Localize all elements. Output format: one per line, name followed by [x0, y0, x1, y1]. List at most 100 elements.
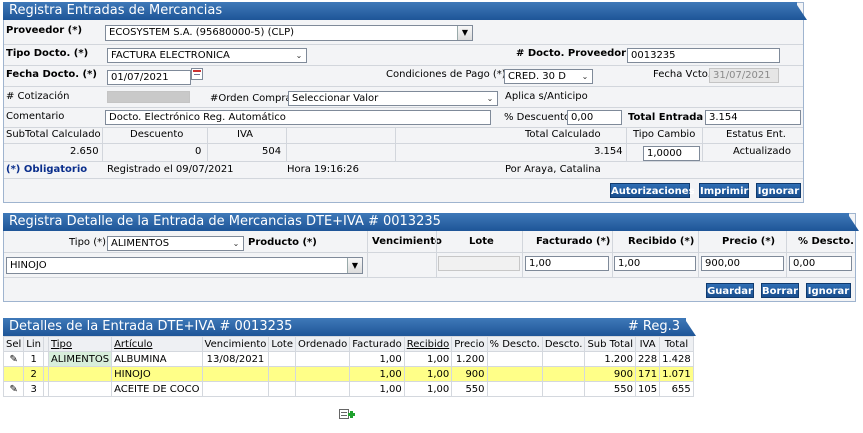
descuento-pct-label: % Descuento	[504, 112, 571, 123]
chevron-down-icon[interactable]: ⌄	[293, 50, 305, 61]
row-lin: 2	[23, 366, 44, 382]
cond-pago-select[interactable]: CRED. 30 D ⌄	[504, 69, 593, 84]
col-tipo[interactable]: Tipo	[47, 336, 113, 352]
descto-input[interactable]: 0,00	[789, 256, 852, 271]
tipo-docto-value: FACTURA ELECTRONICA	[111, 50, 230, 61]
cond-pago-value: CRED. 30 D	[508, 71, 566, 82]
total-entrada-input[interactable]: 3.154	[705, 110, 801, 125]
col-descto: Descto.	[541, 336, 586, 352]
row-total: 655	[659, 381, 694, 397]
tipo-cambio-label: Tipo Cambio	[633, 129, 696, 140]
chevron-down-icon[interactable]: ⌄	[230, 238, 242, 249]
row-precio: 900	[451, 366, 488, 382]
proveedor-select[interactable]: ECOSYSTEM S.A. (95680000-5) (CLP) ▼	[105, 25, 473, 41]
lines-bar: Detalles de la Entrada DTE+IVA # 0013235…	[3, 318, 696, 336]
col-recibido[interactable]: Recibido	[403, 336, 453, 352]
row-facturado: 1,00	[349, 351, 405, 367]
guardar-button[interactable]: Guardar	[706, 283, 754, 298]
ignorar-detail-button[interactable]: Ignorar	[806, 283, 851, 298]
edit-pencil-icon[interactable]: ✎	[2, 381, 25, 397]
num-docto-prov-input[interactable]: 0013235	[627, 48, 780, 63]
precio-input[interactable]: 900,00	[701, 256, 784, 271]
row-vencimiento	[201, 381, 270, 397]
total-calc-value: 3.154	[594, 146, 623, 157]
estatus-value: Actualizado	[733, 146, 791, 157]
entry-header-bar: Registra Entradas de Mercancias	[3, 2, 807, 20]
chevron-down-icon[interactable]: ⌄	[579, 71, 591, 82]
producto-select[interactable]: HINOJO ▼	[6, 257, 363, 274]
fecha-docto-input[interactable]: 01/07/2021	[107, 70, 191, 85]
row-pct-descto	[486, 366, 543, 382]
row-recibido: 1,00	[403, 381, 453, 397]
col-total: Total	[659, 336, 694, 352]
chevron-down-icon[interactable]: ▼	[457, 26, 472, 40]
orden-compra-value: Seleccionar Valor	[292, 93, 379, 104]
row-ordenado	[295, 366, 351, 382]
descuento-value: 0	[195, 146, 202, 157]
col-vencimiento: Vencimiento	[201, 336, 270, 352]
row-articulo: ALBUMINA	[111, 351, 203, 367]
col-facturado: Facturado	[349, 336, 405, 352]
row-descto	[541, 381, 586, 397]
cotizacion-input	[107, 91, 190, 103]
tipo-select[interactable]: ALIMENTOS ⌄	[107, 236, 244, 251]
tipo-cambio-input[interactable]: 1,0000	[643, 146, 700, 161]
obligatorio-note: (*) Obligatorio	[6, 164, 88, 175]
descuento-pct-input[interactable]: 0,00	[567, 110, 622, 125]
tipo-docto-select[interactable]: FACTURA ELECTRONICA ⌄	[107, 48, 307, 63]
col-lin: Lin	[23, 336, 44, 352]
ignorar-header-button[interactable]: Ignorar	[756, 183, 801, 198]
row-iva: 171	[635, 366, 661, 382]
row-lote	[268, 366, 297, 382]
col-precio: Precio	[451, 336, 488, 352]
proveedor-value: ECOSYSTEM S.A. (95680000-5) (CLP)	[109, 27, 294, 38]
orden-compra-select[interactable]: Seleccionar Valor ⌄	[288, 91, 498, 106]
col-articulo[interactable]: Artículo	[111, 336, 203, 352]
recibido-label: Recibido (*)	[628, 236, 695, 247]
comentario-input[interactable]: Docto. Electrónico Reg. Automático	[105, 110, 491, 125]
subtotal-label: SubTotal Calculado	[6, 129, 101, 140]
row-subtotal: 900	[584, 366, 637, 382]
lote-input[interactable]	[438, 256, 520, 271]
precio-label: Precio (*)	[722, 236, 776, 247]
col-iva: IVA	[635, 336, 661, 352]
row-iva: 105	[635, 381, 661, 397]
recibido-input[interactable]: 1,00	[614, 256, 696, 271]
calendar-icon[interactable]	[191, 68, 203, 80]
row-descto	[541, 366, 586, 382]
table-row[interactable]: ✎ 3 ACEITE DE COCO 1,00 1,00 550 550 105…	[2, 381, 694, 397]
row-total: 1.071	[659, 366, 694, 382]
hora-text: Hora 19:16:26	[287, 164, 359, 175]
panel-corner-icon	[684, 318, 696, 336]
chevron-down-icon[interactable]: ▼	[347, 258, 362, 273]
table-row[interactable]: 2 HINOJO 1,00 1,00 900 900 171 1.071	[2, 366, 694, 382]
imprimir-button[interactable]: Imprimir	[699, 183, 749, 198]
lines-title: Detalles de la Entrada DTE+IVA # 0013235	[9, 319, 293, 334]
proveedor-label: Proveedor (*)	[6, 25, 83, 36]
estatus-label: Estatus Ent.	[726, 129, 786, 140]
reg-count: # Reg.3	[627, 319, 680, 334]
vencimiento-input[interactable]	[372, 257, 378, 272]
row-vencimiento	[201, 366, 270, 382]
row-ordenado	[295, 381, 351, 397]
row-ordenado	[295, 351, 351, 367]
lote-label: Lote	[469, 236, 494, 247]
producto-label: Producto (*)	[248, 237, 317, 248]
row-subtotal: 1.200	[584, 351, 637, 367]
facturado-input[interactable]: 1,00	[525, 256, 609, 271]
detail-bar: Registra Detalle de la Entrada de Mercan…	[3, 213, 859, 231]
row-facturado: 1,00	[349, 381, 405, 397]
borrar-button[interactable]: Borrar	[761, 283, 799, 298]
edit-pencil-icon[interactable]: ✎	[2, 351, 25, 367]
add-row-icon[interactable]	[339, 407, 355, 421]
row-precio: 1.200	[451, 351, 488, 367]
col-ordenado: Ordenado	[295, 336, 351, 352]
table-row[interactable]: ✎ 1 ALIMENTOS ALBUMINA 13/08/2021 1,00 1…	[2, 351, 694, 367]
row-pct-descto	[486, 351, 543, 367]
row-tipo: ALIMENTOS	[47, 351, 113, 367]
autorizaciones-button[interactable]: Autorizaciones	[610, 183, 695, 198]
vencimiento-label: Vencimiento	[372, 236, 442, 247]
row-vencimiento: 13/08/2021	[201, 351, 270, 367]
chevron-down-icon[interactable]: ⌄	[484, 93, 496, 104]
comentario-label: Comentario	[6, 111, 65, 122]
